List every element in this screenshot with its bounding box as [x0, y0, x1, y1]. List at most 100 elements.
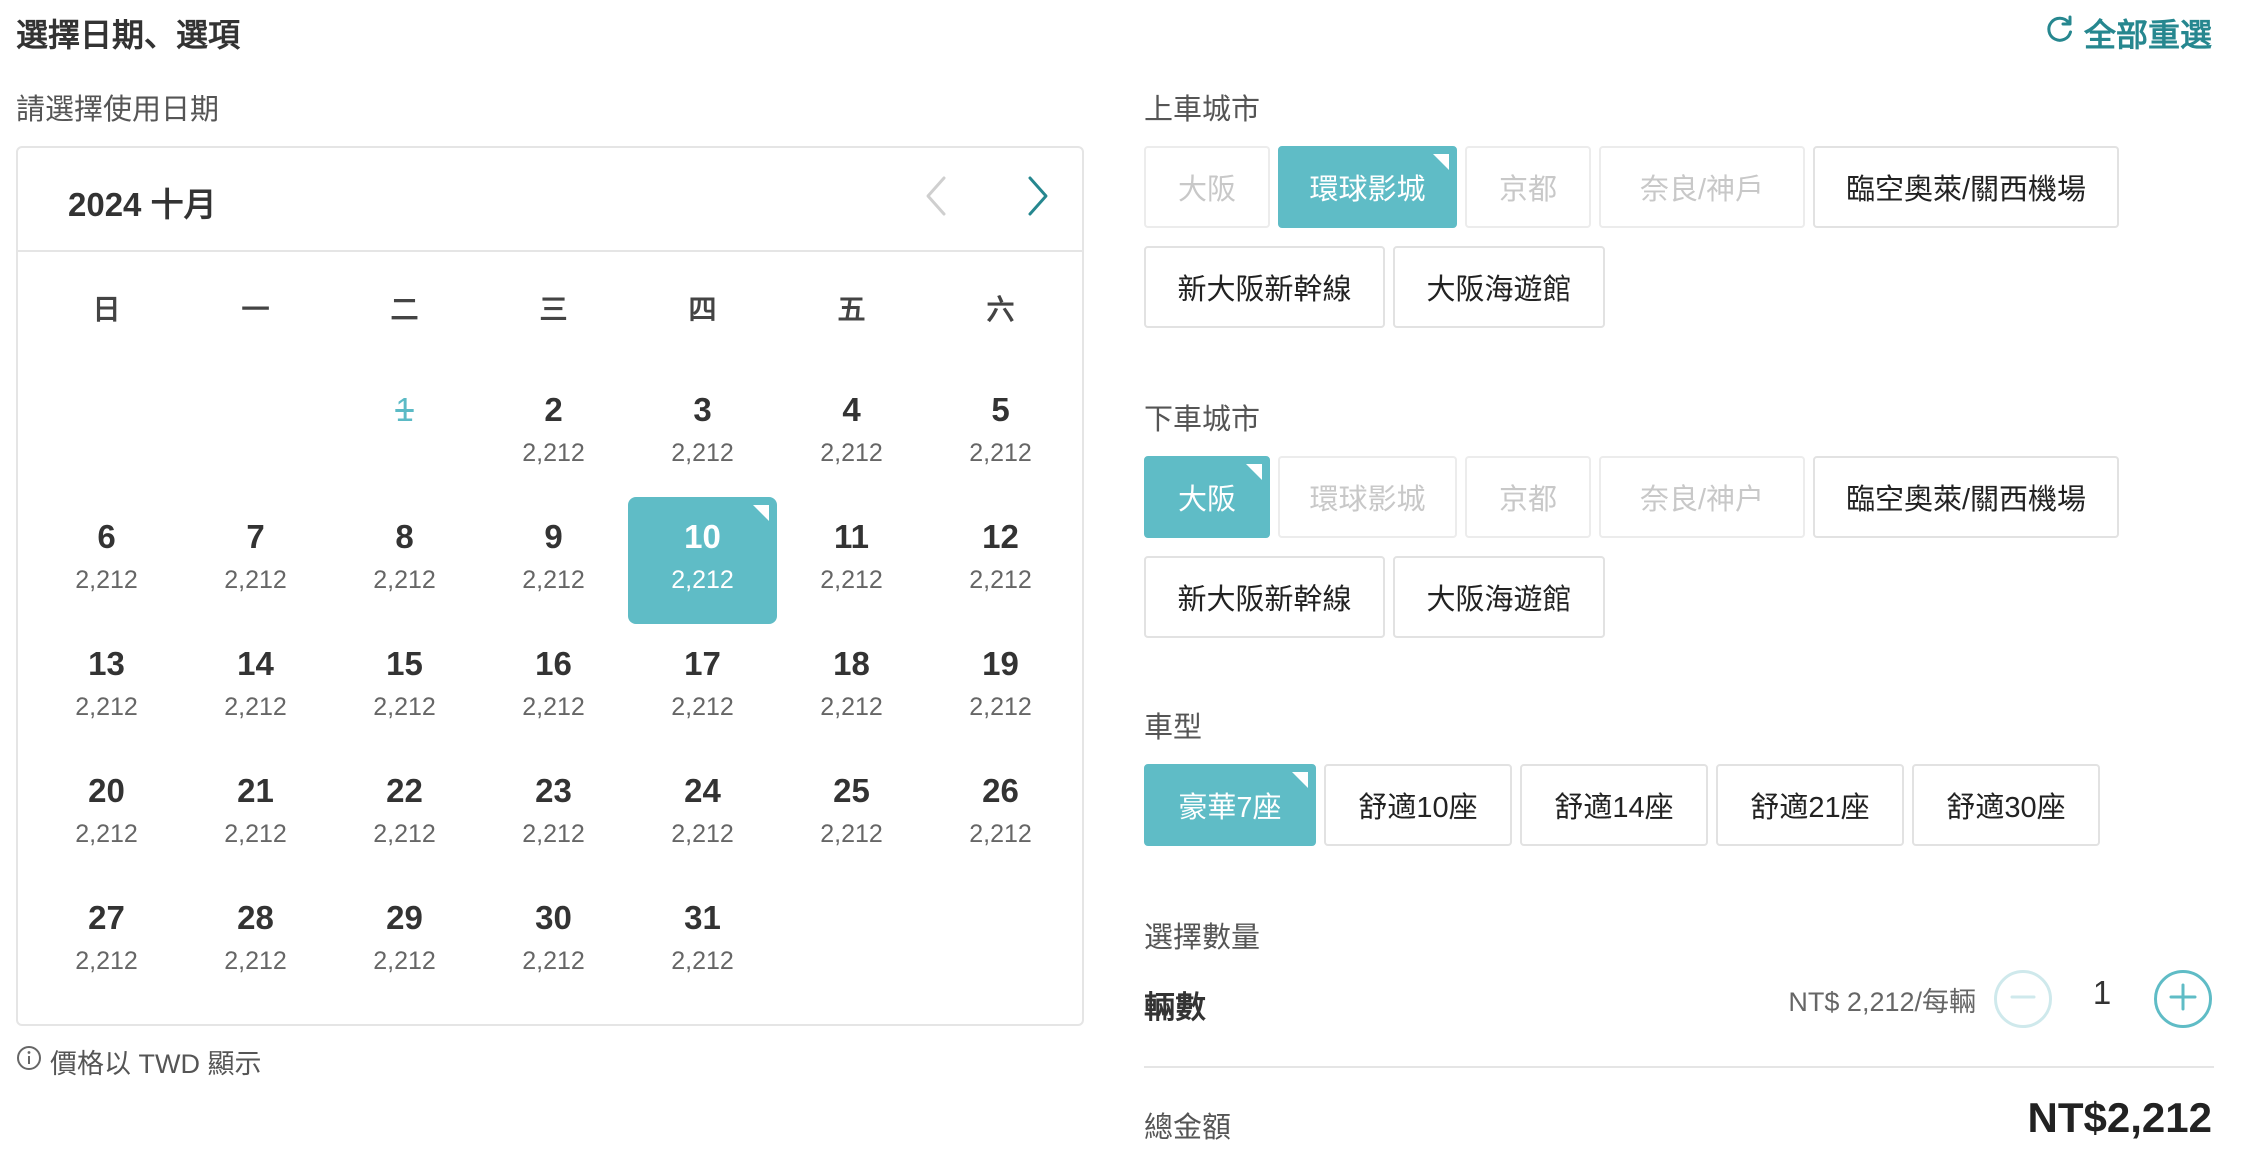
calendar-empty-cell: [32, 370, 181, 497]
day-number: 21: [237, 772, 274, 809]
day-price: 2,212: [224, 693, 287, 721]
increase-quantity-button[interactable]: [2154, 970, 2212, 1028]
calendar-day[interactable]: 12 2,212: [926, 497, 1075, 624]
day-price: 2,212: [373, 947, 436, 975]
dropoff-label: 下車城市: [1144, 404, 1261, 436]
day-price: 2,212: [671, 820, 734, 848]
calendar-day[interactable]: 5 2,212: [926, 370, 1075, 497]
prev-month-button[interactable]: [912, 174, 960, 222]
page-title: 選擇日期、選項: [16, 17, 241, 53]
calendar-day[interactable]: 11 2,212: [777, 497, 926, 624]
quantity-value: 1: [2092, 974, 2112, 1011]
calendar-day[interactable]: 25 2,212: [777, 751, 926, 878]
vehicle-option-comfort-10[interactable]: 舒適10座: [1324, 764, 1512, 846]
pickup-option-aquarium[interactable]: 大阪海遊館: [1393, 246, 1605, 328]
calendar-header: 2024 十月: [18, 148, 1082, 252]
calendar-day[interactable]: 18 2,212: [777, 624, 926, 751]
calendar-day[interactable]: 30 2,212: [479, 878, 628, 1005]
calendar-day[interactable]: 20 2,212: [32, 751, 181, 878]
calendar-day[interactable]: 16 2,212: [479, 624, 628, 751]
calendar-day[interactable]: 15 2,212: [330, 624, 479, 751]
next-month-button[interactable]: [1014, 174, 1062, 222]
calendar-day[interactable]: 31 2,212: [628, 878, 777, 1005]
calendar-day[interactable]: 2 2,212: [479, 370, 628, 497]
weekday-label: 五: [837, 294, 866, 325]
reset-all-label: 全部重選: [2083, 17, 2212, 53]
day-number: 14: [237, 645, 274, 682]
divider: [1144, 1066, 2214, 1068]
calendar-day[interactable]: 4 2,212: [777, 370, 926, 497]
vehicle-count-label: 輛數: [1144, 990, 1206, 1025]
calendar-day[interactable]: 19 2,212: [926, 624, 1075, 751]
calendar-day[interactable]: 27 2,212: [32, 878, 181, 1005]
weekday-label: 四: [688, 294, 717, 325]
total-amount: NT$2,212: [2027, 1094, 2212, 1141]
reset-all-button[interactable]: 全部重選: [2044, 10, 2212, 56]
calendar-day[interactable]: 7 2,212: [181, 497, 330, 624]
day-number: 10: [684, 518, 721, 555]
calendar-day-selected[interactable]: 10 2,212: [628, 497, 777, 624]
day-price: 2,212: [75, 566, 138, 594]
minus-icon: [2006, 980, 2040, 1019]
day-number: 16: [535, 645, 572, 682]
calendar-day[interactable]: 13 2,212: [32, 624, 181, 751]
calendar-day[interactable]: 8 2,212: [330, 497, 479, 624]
calendar-day[interactable]: 22 2,212: [330, 751, 479, 878]
dropoff-option-aquarium[interactable]: 大阪海遊館: [1393, 556, 1605, 638]
day-number: 25: [833, 772, 870, 809]
day-number: 5: [991, 391, 1010, 428]
calendar-day[interactable]: 6 2,212: [32, 497, 181, 624]
pickup-option-osaka: 大阪: [1144, 146, 1270, 228]
day-number: 29: [386, 899, 423, 936]
day-price: 2,212: [522, 947, 585, 975]
day-number: 9: [544, 518, 563, 555]
weekday-label: 二: [390, 294, 419, 325]
pickup-option-universal-studios[interactable]: 環球影城: [1278, 146, 1457, 228]
dropoff-option-kyoto: 京都: [1465, 456, 1591, 538]
pickup-options: 大阪 環球影城 京都 奈良/神戶 臨空奧萊/關西機場 新大阪新幹線 大阪海遊館: [1144, 146, 2214, 328]
day-price: 2,212: [373, 693, 436, 721]
day-price: 2,212: [75, 820, 138, 848]
pickup-option-rinku-kix[interactable]: 臨空奧萊/關西機場: [1813, 146, 2119, 228]
pickup-label: 上車城市: [1144, 94, 1261, 126]
calendar-day[interactable]: 9 2,212: [479, 497, 628, 624]
calendar-day[interactable]: 3 2,212: [628, 370, 777, 497]
day-price: 2,212: [820, 693, 883, 721]
day-number: 12: [982, 518, 1019, 555]
calendar-day[interactable]: 29 2,212: [330, 878, 479, 1005]
weekday-label: 三: [539, 294, 568, 325]
vehicle-option-comfort-14[interactable]: 舒適14座: [1520, 764, 1708, 846]
dropoff-option-shin-osaka[interactable]: 新大阪新幹線: [1144, 556, 1385, 638]
day-price: 2,212: [522, 820, 585, 848]
calendar-day[interactable]: 26 2,212: [926, 751, 1075, 878]
day-number: 19: [982, 645, 1019, 682]
vehicle-option-luxury-7[interactable]: 豪華7座: [1144, 764, 1316, 846]
day-price: 2,212: [522, 439, 585, 467]
vehicle-option-comfort-21[interactable]: 舒適21座: [1716, 764, 1904, 846]
day-number: 26: [982, 772, 1019, 809]
calendar-day[interactable]: 14 2,212: [181, 624, 330, 751]
calendar-day[interactable]: 28 2,212: [181, 878, 330, 1005]
dropoff-option-rinku-kix[interactable]: 臨空奧萊/關西機場: [1813, 456, 2119, 538]
calendar-day[interactable]: 24 2,212: [628, 751, 777, 878]
pickup-option-nara-kobe: 奈良/神戶: [1599, 146, 1805, 228]
dropoff-option-osaka[interactable]: 大阪: [1144, 456, 1270, 538]
currency-note: 價格以 TWD 顯示: [16, 1042, 261, 1081]
calendar-day[interactable]: 17 2,212: [628, 624, 777, 751]
day-price: 2,212: [820, 439, 883, 467]
day-price: 2,212: [969, 439, 1032, 467]
day-number: 3: [693, 391, 712, 428]
weekday-header: 日一二三四五六: [32, 288, 1075, 328]
calendar-day[interactable]: 23 2,212: [479, 751, 628, 878]
day-number: 6: [97, 518, 116, 555]
day-number: 1: [395, 391, 414, 428]
calendar-day[interactable]: 21 2,212: [181, 751, 330, 878]
pickup-option-shin-osaka[interactable]: 新大阪新幹線: [1144, 246, 1385, 328]
day-price: 2,212: [969, 566, 1032, 594]
decrease-quantity-button[interactable]: [1994, 970, 2052, 1028]
day-number: 28: [237, 899, 274, 936]
day-number: 13: [88, 645, 125, 682]
vehicle-option-comfort-30[interactable]: 舒適30座: [1912, 764, 2100, 846]
chevron-right-icon: [1024, 172, 1052, 225]
calendar: 2024 十月 日一二三四五六 1 2 2,212 3 2,212 4 2,212 5 2,21…: [16, 146, 1084, 1026]
